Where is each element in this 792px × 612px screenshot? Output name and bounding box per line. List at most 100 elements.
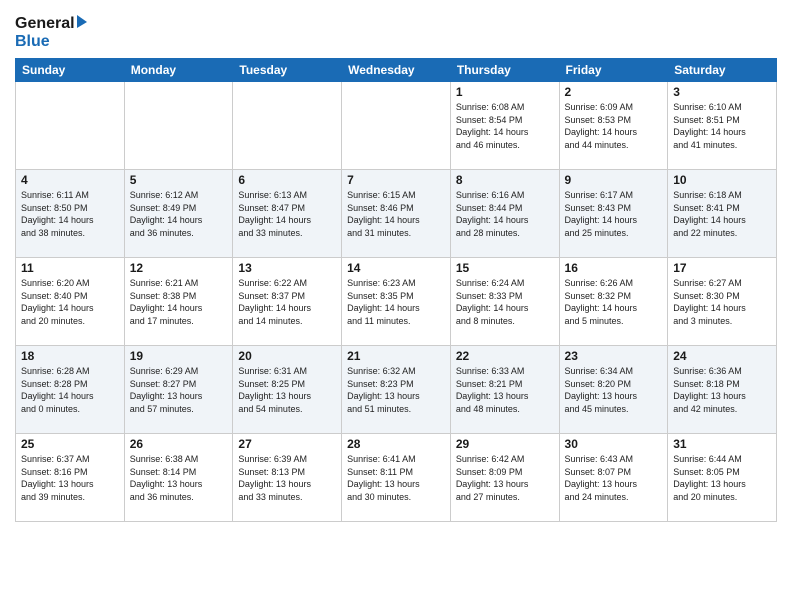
- day-number: 7: [347, 173, 445, 187]
- calendar-cell: [16, 82, 125, 170]
- calendar-cell: 3 Sunrise: 6:10 AM Sunset: 8:51 PM Daylig…: [668, 82, 777, 170]
- day-number: 22: [456, 349, 554, 363]
- day-info: Sunrise: 6:23 AM Sunset: 8:35 PM Dayligh…: [347, 277, 445, 327]
- day-info: Sunrise: 6:34 AM Sunset: 8:20 PM Dayligh…: [565, 365, 663, 415]
- day-info: Sunrise: 6:17 AM Sunset: 8:43 PM Dayligh…: [565, 189, 663, 239]
- calendar-cell: [233, 82, 342, 170]
- weekday-header-row: SundayMondayTuesdayWednesdayThursdayFrid…: [16, 59, 777, 82]
- day-number: 18: [21, 349, 119, 363]
- day-info: Sunrise: 6:29 AM Sunset: 8:27 PM Dayligh…: [130, 365, 228, 415]
- day-info: Sunrise: 6:10 AM Sunset: 8:51 PM Dayligh…: [673, 101, 771, 151]
- calendar-cell: [342, 82, 451, 170]
- day-info: Sunrise: 6:39 AM Sunset: 8:13 PM Dayligh…: [238, 453, 336, 503]
- day-number: 12: [130, 261, 228, 275]
- calendar-cell: 4Sunrise: 6:11 AM Sunset: 8:50 PM Daylig…: [16, 170, 125, 258]
- day-info: Sunrise: 6:27 AM Sunset: 8:30 PM Dayligh…: [673, 277, 771, 327]
- calendar-cell: 10 Sunrise: 6:18 AM Sunset: 8:41 PM Dayli…: [668, 170, 777, 258]
- day-number: 17: [673, 261, 771, 275]
- day-info: Sunrise: 6:28 AM Sunset: 8:28 PM Dayligh…: [21, 365, 119, 415]
- day-number: 23: [565, 349, 663, 363]
- day-info: Sunrise: 6:24 AM Sunset: 8:33 PM Dayligh…: [456, 277, 554, 327]
- calendar-cell: 27 Sunrise: 6:39 AM Sunset: 8:13 PM Dayli…: [233, 434, 342, 522]
- week-row-2: 4Sunrise: 6:11 AM Sunset: 8:50 PM Daylig…: [16, 170, 777, 258]
- calendar-cell: 20Sunrise: 6:31 AM Sunset: 8:25 PM Dayli…: [233, 346, 342, 434]
- day-number: 3: [673, 85, 771, 99]
- calendar-cell: 12 Sunrise: 6:21 AM Sunset: 8:38 PM Dayli…: [124, 258, 233, 346]
- day-number: 6: [238, 173, 336, 187]
- day-info: Sunrise: 6:38 AM Sunset: 8:14 PM Dayligh…: [130, 453, 228, 503]
- calendar-cell: 22Sunrise: 6:33 AM Sunset: 8:21 PM Dayli…: [450, 346, 559, 434]
- calendar-cell: 24 Sunrise: 6:36 AM Sunset: 8:18 PM Dayli…: [668, 346, 777, 434]
- day-number: 28: [347, 437, 445, 451]
- day-info: Sunrise: 6:36 AM Sunset: 8:18 PM Dayligh…: [673, 365, 771, 415]
- svg-text:Blue: Blue: [15, 33, 50, 50]
- calendar-cell: 6 Sunrise: 6:13 AM Sunset: 8:47 PM Daylig…: [233, 170, 342, 258]
- day-info: Sunrise: 6:16 AM Sunset: 8:44 PM Dayligh…: [456, 189, 554, 239]
- day-info: Sunrise: 6:18 AM Sunset: 8:41 PM Dayligh…: [673, 189, 771, 239]
- svg-text:General: General: [15, 15, 75, 32]
- week-row-5: 25 Sunrise: 6:37 AM Sunset: 8:16 PM Dayli…: [16, 434, 777, 522]
- calendar-page: GeneralBlue SundayMondayTuesdayWednesday…: [0, 0, 792, 612]
- day-info: Sunrise: 6:44 AM Sunset: 8:05 PM Dayligh…: [673, 453, 771, 503]
- day-info: Sunrise: 6:31 AM Sunset: 8:25 PM Dayligh…: [238, 365, 336, 415]
- day-number: 27: [238, 437, 336, 451]
- calendar-cell: 14 Sunrise: 6:23 AM Sunset: 8:35 PM Dayli…: [342, 258, 451, 346]
- calendar-cell: 29 Sunrise: 6:42 AM Sunset: 8:09 PM Dayli…: [450, 434, 559, 522]
- day-info: Sunrise: 6:41 AM Sunset: 8:11 PM Dayligh…: [347, 453, 445, 503]
- weekday-wednesday: Wednesday: [342, 59, 451, 82]
- day-info: Sunrise: 6:21 AM Sunset: 8:38 PM Dayligh…: [130, 277, 228, 327]
- day-info: Sunrise: 6:43 AM Sunset: 8:07 PM Dayligh…: [565, 453, 663, 503]
- day-number: 25: [21, 437, 119, 451]
- day-info: Sunrise: 6:08 AM Sunset: 8:54 PM Dayligh…: [456, 101, 554, 151]
- calendar-cell: 11Sunrise: 6:20 AM Sunset: 8:40 PM Dayli…: [16, 258, 125, 346]
- calendar-cell: 1Sunrise: 6:08 AM Sunset: 8:54 PM Daylig…: [450, 82, 559, 170]
- day-info: Sunrise: 6:09 AM Sunset: 8:53 PM Dayligh…: [565, 101, 663, 151]
- calendar-cell: 28 Sunrise: 6:41 AM Sunset: 8:11 PM Dayli…: [342, 434, 451, 522]
- day-number: 14: [347, 261, 445, 275]
- day-info: Sunrise: 6:32 AM Sunset: 8:23 PM Dayligh…: [347, 365, 445, 415]
- day-info: Sunrise: 6:26 AM Sunset: 8:32 PM Dayligh…: [565, 277, 663, 327]
- day-info: Sunrise: 6:42 AM Sunset: 8:09 PM Dayligh…: [456, 453, 554, 503]
- day-number: 30: [565, 437, 663, 451]
- calendar-cell: 21 Sunrise: 6:32 AM Sunset: 8:23 PM Dayli…: [342, 346, 451, 434]
- calendar-cell: 23 Sunrise: 6:34 AM Sunset: 8:20 PM Dayli…: [559, 346, 668, 434]
- day-number: 19: [130, 349, 228, 363]
- weekday-friday: Friday: [559, 59, 668, 82]
- weekday-saturday: Saturday: [668, 59, 777, 82]
- logo-svg: GeneralBlue: [15, 10, 95, 50]
- calendar-cell: 18 Sunrise: 6:28 AM Sunset: 8:28 PM Dayli…: [16, 346, 125, 434]
- day-number: 4: [21, 173, 119, 187]
- calendar-cell: 5Sunrise: 6:12 AM Sunset: 8:49 PM Daylig…: [124, 170, 233, 258]
- day-info: Sunrise: 6:15 AM Sunset: 8:46 PM Dayligh…: [347, 189, 445, 239]
- day-number: 24: [673, 349, 771, 363]
- calendar-cell: 25 Sunrise: 6:37 AM Sunset: 8:16 PM Dayli…: [16, 434, 125, 522]
- calendar-cell: 9 Sunrise: 6:17 AM Sunset: 8:43 PM Daylig…: [559, 170, 668, 258]
- week-row-1: 1Sunrise: 6:08 AM Sunset: 8:54 PM Daylig…: [16, 82, 777, 170]
- day-number: 10: [673, 173, 771, 187]
- day-number: 15: [456, 261, 554, 275]
- day-number: 29: [456, 437, 554, 451]
- day-number: 8: [456, 173, 554, 187]
- week-row-4: 18 Sunrise: 6:28 AM Sunset: 8:28 PM Dayli…: [16, 346, 777, 434]
- calendar-cell: 2 Sunrise: 6:09 AM Sunset: 8:53 PM Daylig…: [559, 82, 668, 170]
- day-info: Sunrise: 6:22 AM Sunset: 8:37 PM Dayligh…: [238, 277, 336, 327]
- day-number: 5: [130, 173, 228, 187]
- header: GeneralBlue: [15, 10, 777, 50]
- calendar-cell: 19 Sunrise: 6:29 AM Sunset: 8:27 PM Dayli…: [124, 346, 233, 434]
- calendar-cell: [124, 82, 233, 170]
- weekday-sunday: Sunday: [16, 59, 125, 82]
- day-info: Sunrise: 6:37 AM Sunset: 8:16 PM Dayligh…: [21, 453, 119, 503]
- calendar-cell: 17 Sunrise: 6:27 AM Sunset: 8:30 PM Dayli…: [668, 258, 777, 346]
- weekday-tuesday: Tuesday: [233, 59, 342, 82]
- day-number: 2: [565, 85, 663, 99]
- calendar-cell: 13Sunrise: 6:22 AM Sunset: 8:37 PM Dayli…: [233, 258, 342, 346]
- calendar-cell: 16 Sunrise: 6:26 AM Sunset: 8:32 PM Dayli…: [559, 258, 668, 346]
- day-number: 9: [565, 173, 663, 187]
- day-number: 11: [21, 261, 119, 275]
- calendar-cell: 31Sunrise: 6:44 AM Sunset: 8:05 PM Dayli…: [668, 434, 777, 522]
- calendar-cell: 7 Sunrise: 6:15 AM Sunset: 8:46 PM Daylig…: [342, 170, 451, 258]
- day-number: 16: [565, 261, 663, 275]
- day-number: 21: [347, 349, 445, 363]
- day-number: 26: [130, 437, 228, 451]
- day-info: Sunrise: 6:13 AM Sunset: 8:47 PM Dayligh…: [238, 189, 336, 239]
